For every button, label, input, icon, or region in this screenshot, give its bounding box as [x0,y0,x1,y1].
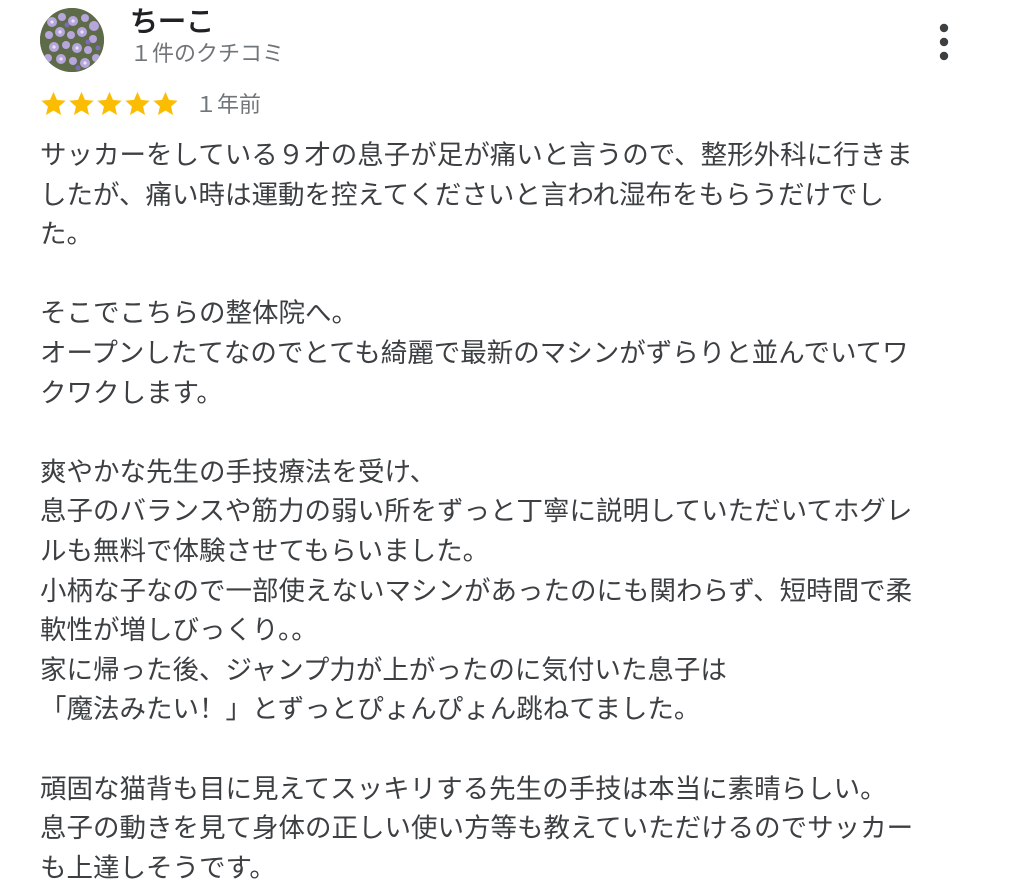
review-line: したが、痛い時は運動を控えてくださいと言われ湿布をもらうだけでし [40,179,885,211]
review-line: ルも無料で体験させてもらいました。 [40,535,490,567]
review-line [40,730,970,770]
reviewer-avatar[interactable] [40,8,104,72]
review-line: 家に帰った後、ジャンプ力が上がったのに気付いた息子は [40,654,727,686]
review-line: た。 [40,219,93,251]
star-icon [40,90,67,117]
review-line: オープンしたてなのでとても綺麗で最新のマシンがずらりと並んでいてワ [40,337,909,369]
star-icon [68,90,95,117]
review-line: 息子のバランスや筋力の弱い所をずっと丁寧に説明していただいてホグレ [40,496,913,528]
star-icon [124,90,151,117]
review-line: 爽やかな先生の手技療法を受け、 [40,456,437,488]
more-vert-icon [939,23,949,61]
review-line: 軟性が増しびっくり。。 [40,615,318,647]
review-line: 息子の動きを見て身体の正しい使い方等も教えていただけるのでサッカー [40,813,914,845]
review-line: も上達しそうです。 [40,852,276,884]
star-rating [40,90,179,117]
rating-row: １年前 [40,86,261,120]
review-line: 小柄な子なので一部使えないマシンがあったのにも関わらず、短時間で柔 [40,575,913,607]
reviewer-review-count[interactable]: １件のクチコミ [130,40,284,70]
review-line [40,413,970,453]
review-line: そこでこちらの整体院へ。 [40,298,358,330]
review-line: 「魔法みたい！」とずっとぴょんぴょん跳ねてました。 [40,694,701,726]
star-icon [152,90,179,117]
star-icon [96,90,123,117]
review-line [40,255,970,295]
reviewer-name[interactable]: ちーこ [130,4,214,40]
flower-photo-avatar [40,8,104,72]
review-line: サッカーをしている９才の息子が足が痛いと言うので、整形外科に行きま [40,140,913,171]
review-line: 頑固な猫背も目に見えてスッキリする先生の手技は本当に素晴らしい。 [40,773,887,805]
more-options-button[interactable] [926,18,962,66]
review-line: クワクします。 [40,377,223,409]
review-text: サッカーをしている９才の息子が足が痛いと言うので、整形外科に行きま したが、痛い時… [40,136,970,888]
review-time: １年前 [195,93,262,118]
